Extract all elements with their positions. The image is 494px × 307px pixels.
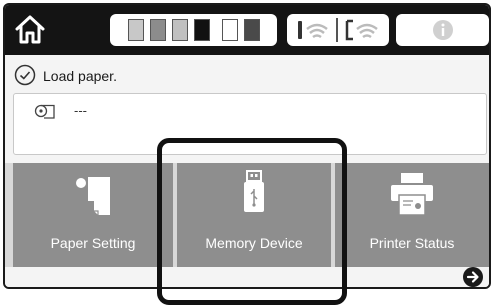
ink-level-fill xyxy=(195,20,209,40)
info-icon xyxy=(433,20,453,40)
ink-levels-button[interactable] xyxy=(110,14,277,46)
menu-tiles: Paper Setting Memory Device Printer Stat… xyxy=(5,163,489,267)
info-button[interactable] xyxy=(396,14,489,46)
tile-label: Memory Device xyxy=(205,235,303,251)
printer-icon xyxy=(391,173,433,216)
ink-cartridge-dark xyxy=(244,19,260,41)
tile-printer-status[interactable]: Printer Status xyxy=(335,163,489,267)
ink-level-fill xyxy=(245,20,259,40)
tile-label: Printer Status xyxy=(369,235,455,251)
paper-info-text: --- xyxy=(74,103,87,118)
paper-info-panel[interactable]: --- xyxy=(13,93,487,155)
ink-level-fill xyxy=(173,20,187,40)
usb-drive-icon xyxy=(244,170,264,212)
tile-label: Paper Setting xyxy=(50,235,136,251)
status-message: Load paper. xyxy=(43,68,117,84)
tile-memory-device[interactable]: Memory Device xyxy=(177,163,331,267)
bottom-bar xyxy=(5,267,489,287)
ink-cartridge-black xyxy=(194,19,210,41)
wifi-icon xyxy=(298,21,328,39)
next-page-button[interactable] xyxy=(463,267,483,287)
ink-cartridge-light-gray-2 xyxy=(172,19,188,41)
paper-roll-icon xyxy=(34,104,55,119)
arrow-right-icon xyxy=(466,271,479,283)
tile-paper-setting[interactable]: Paper Setting xyxy=(13,163,173,267)
paper-setting-icon xyxy=(76,177,110,215)
top-bar xyxy=(5,5,489,55)
ink-cartridge-light-gray xyxy=(128,19,144,41)
wifi-direct-icon xyxy=(345,19,378,41)
check-circle-icon xyxy=(14,64,36,86)
home-button[interactable] xyxy=(9,9,51,49)
ink-level-fill xyxy=(129,20,143,40)
home-icon xyxy=(15,15,45,44)
printer-control-panel: Load paper. --- Paper Setting Memory Dev… xyxy=(3,3,491,289)
network-divider xyxy=(336,18,338,42)
ink-cartridge-empty xyxy=(222,19,238,41)
ink-level-fill xyxy=(151,20,165,40)
ink-cartridge-dark-gray xyxy=(150,19,166,41)
network-status-button[interactable] xyxy=(287,14,389,46)
status-row: Load paper. xyxy=(5,60,489,92)
